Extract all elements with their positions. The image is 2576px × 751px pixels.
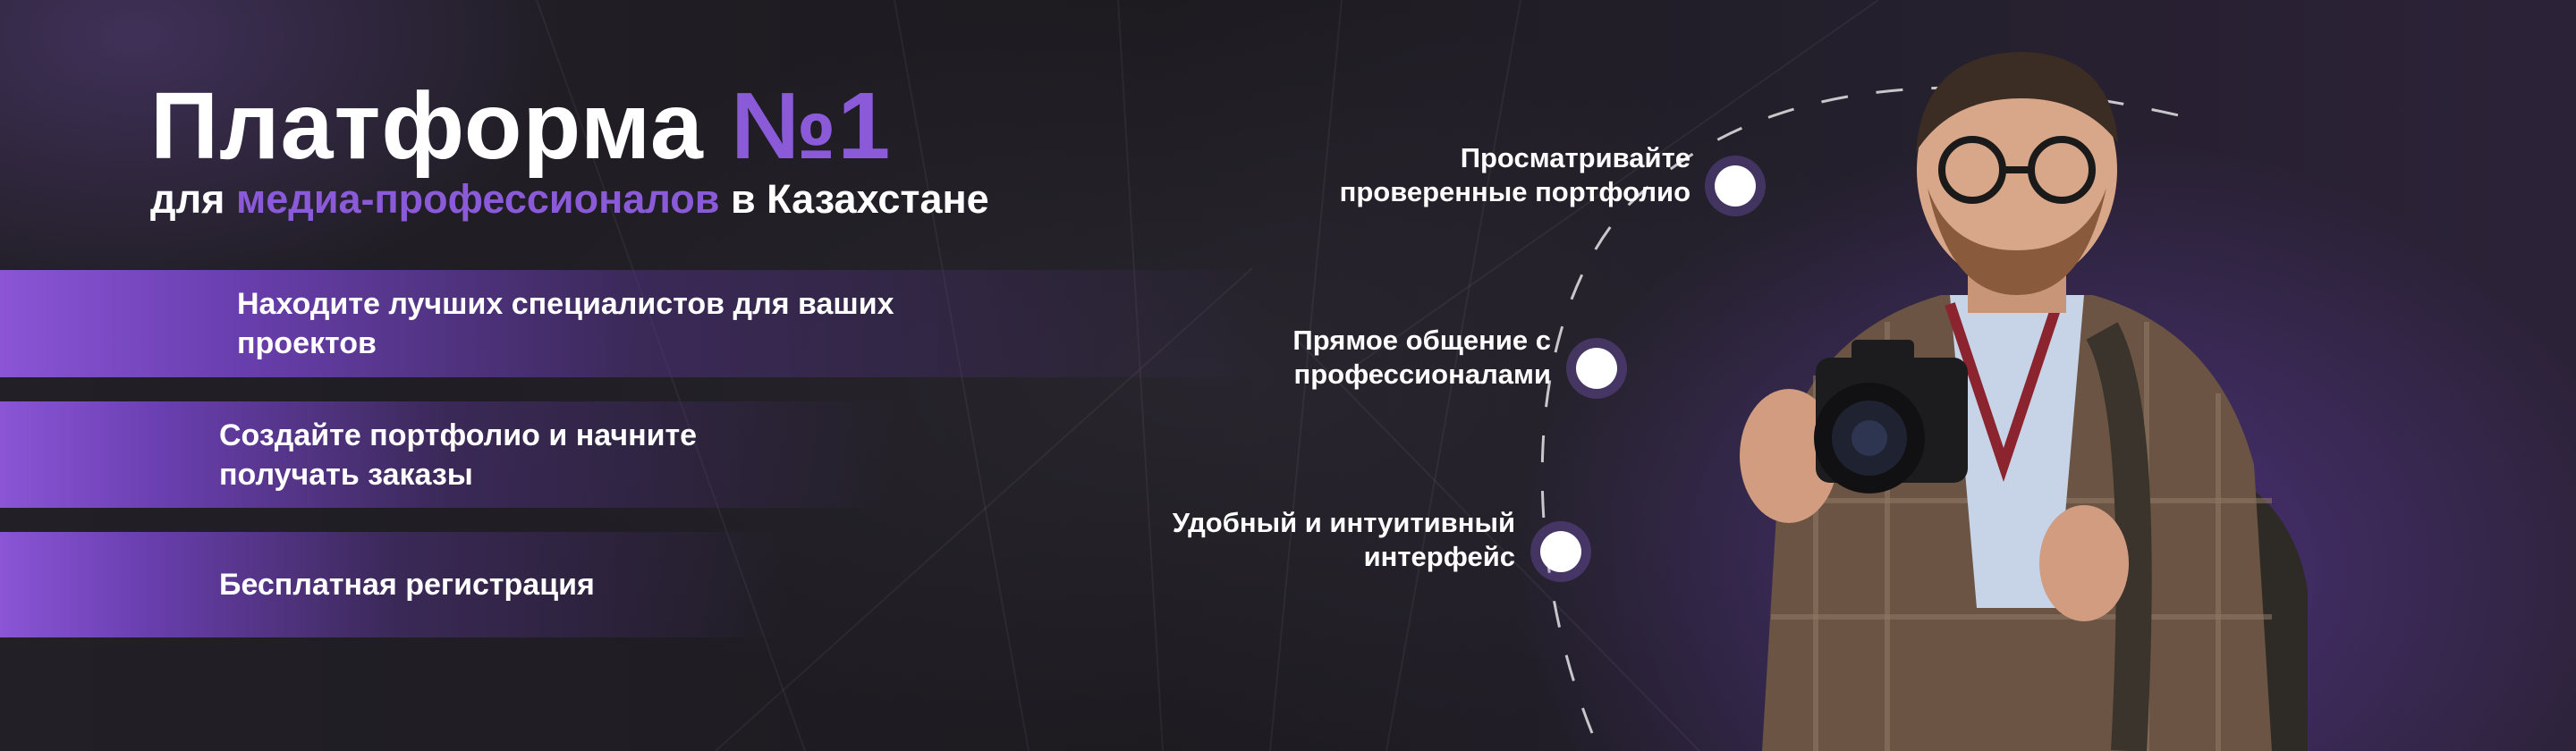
feature-intuitive-interface: Удобный и интуитивный интерфейс: [1172, 507, 1515, 572]
photographer-image: [1740, 52, 2308, 751]
feature-dot-2: [1566, 338, 1627, 399]
feature-verified-portfolios: Просматривайте проверенные портфолио: [1339, 142, 1690, 207]
feature-direct-communication: Прямое общение с профессионалами: [1292, 325, 1551, 390]
feature-dot-3: [1530, 521, 1591, 582]
